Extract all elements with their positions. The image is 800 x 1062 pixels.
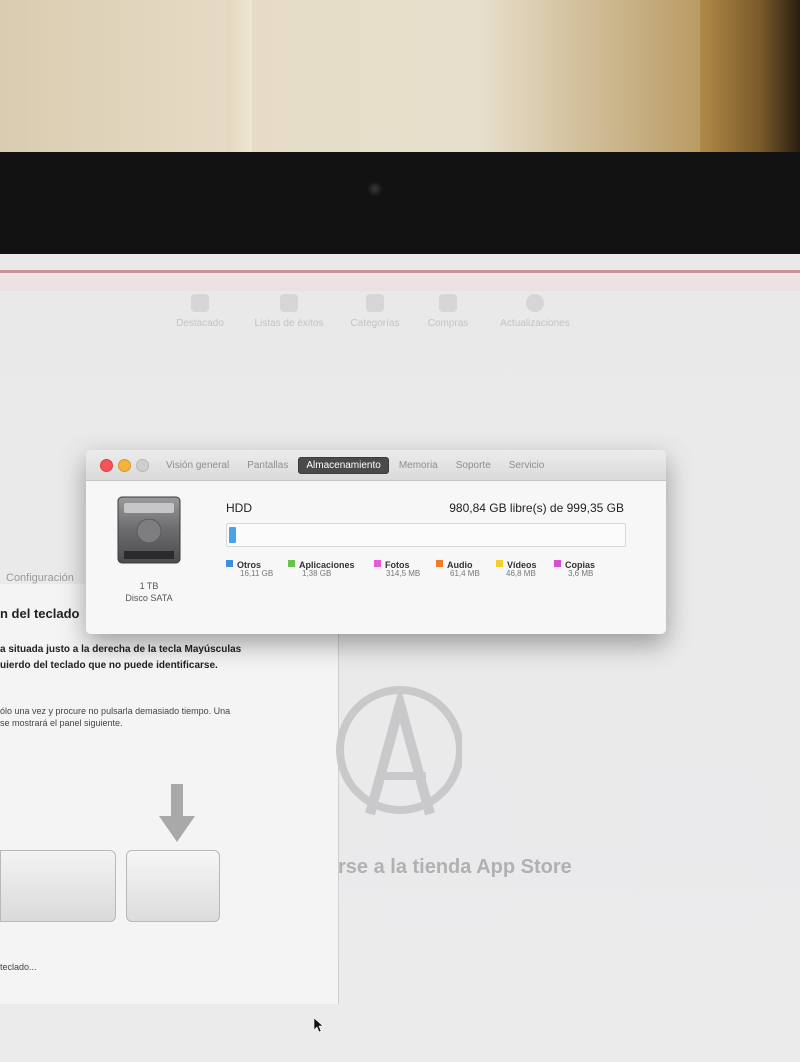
storage-pane: 1 TB Disco SATA HDD 980,84 GB libre(s) d… [86, 481, 666, 634]
keyboard-key-shift [0, 850, 116, 922]
legend-swatch [288, 560, 295, 567]
screen: Destacado Listas de éxitos Categorías Co… [0, 254, 800, 1062]
legend-value: 61,4 MB [450, 569, 480, 578]
close-button[interactable] [100, 459, 113, 472]
disk-free-space: 980,84 GB libre(s) de 999,35 GB [449, 501, 624, 515]
legend-swatch [554, 560, 561, 567]
zoom-button[interactable] [136, 459, 149, 472]
grid-icon [366, 294, 384, 312]
disk-name: HDD [226, 501, 252, 515]
appstore-toolbar: Destacado Listas de éxitos Categorías Co… [160, 294, 600, 338]
minimize-button[interactable] [118, 459, 131, 472]
toolbar-item-updates[interactable]: Actualizaciones [490, 294, 580, 329]
disk-type: Disco SATA [125, 593, 173, 603]
laptop-bezel [0, 152, 800, 254]
keyboard-panel-footer: teclado... [0, 962, 37, 972]
wall-corner [228, 0, 252, 152]
toolbar-item-top-charts[interactable]: Listas de éxitos [244, 294, 334, 329]
appstore-connect-text: rse a la tienda App Store [338, 856, 572, 878]
about-this-mac-window: Visión general Pantallas Almacenamiento … [86, 450, 666, 634]
disk-capacity: 1 TB [139, 581, 159, 591]
legend-value: 314,5 MB [386, 569, 421, 578]
door-frame [700, 0, 800, 152]
instruction-detail: ólo una vez y procure no pulsarla demasi… [0, 706, 231, 716]
toolbar-item-purchases[interactable]: Compras [418, 294, 478, 329]
window-titlebar[interactable]: Visión general Pantallas Almacenamiento … [86, 450, 666, 481]
star-icon [191, 294, 209, 312]
tab-service[interactable]: Servicio [501, 457, 553, 474]
tab-support[interactable]: Soporte [448, 457, 499, 474]
arrow-down-icon [159, 784, 195, 842]
window-top-strip [0, 270, 800, 291]
instruction-line: a situada justo a la derecha de la tecla… [0, 644, 242, 655]
keyboard-key-unknown [126, 850, 220, 922]
tab-overview[interactable]: Visión general [158, 457, 237, 474]
tab-displays[interactable]: Pantallas [239, 457, 296, 474]
storage-usage-fill [229, 527, 236, 543]
keyboard-setup-panel: Configuración n del teclado a situada ju… [0, 572, 339, 1004]
keyboard-panel-title: n del teclado [0, 606, 80, 621]
tab-storage[interactable]: Almacenamiento [298, 457, 389, 474]
tag-icon [439, 294, 457, 312]
instruction-detail: se mostrará el panel siguiente. [0, 718, 123, 728]
background-wall [0, 0, 800, 152]
tab-bar: Visión general Pantallas Almacenamiento … [158, 457, 554, 474]
mouse-cursor-icon [314, 1018, 324, 1032]
toolbar-item-categories[interactable]: Categorías [340, 294, 410, 329]
tab-memory[interactable]: Memoria [391, 457, 446, 474]
legend-swatch [374, 560, 381, 567]
storage-usage-bar [226, 523, 626, 547]
legend-value: 16,11 GB [240, 569, 274, 578]
hard-drive-icon [117, 496, 181, 564]
legend-value: 1,38 GB [302, 569, 332, 578]
legend-value: 3,6 MB [568, 569, 594, 578]
keyboard-panel-tab[interactable]: Configuración [6, 572, 74, 584]
legend-swatch [436, 560, 443, 567]
toolbar-item-featured[interactable]: Destacado [160, 294, 240, 329]
appstore-logo-icon [336, 684, 462, 816]
instruction-line: uierdo del teclado que no puede identifi… [0, 660, 218, 671]
legend-swatch [496, 560, 503, 567]
legend-swatch [226, 560, 233, 567]
list-icon [280, 294, 298, 312]
webcam-icon [368, 182, 382, 196]
legend-value: 46,8 MB [506, 569, 536, 578]
refresh-icon [526, 294, 544, 312]
